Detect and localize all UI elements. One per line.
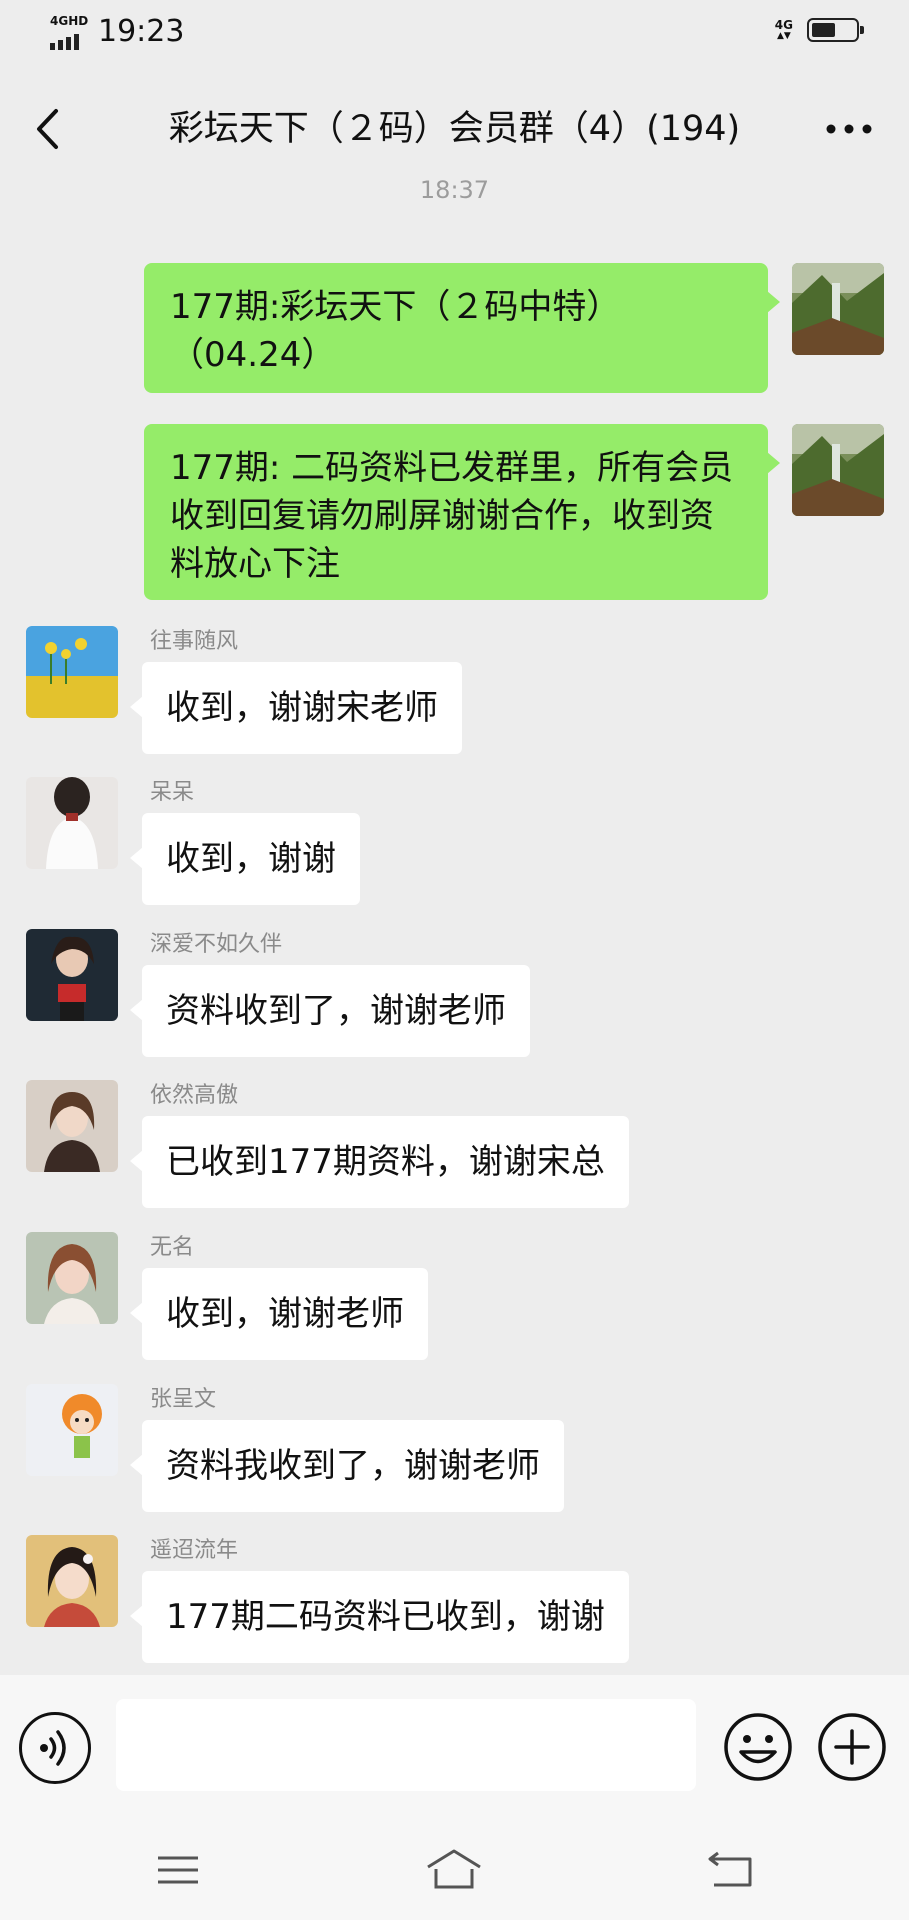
more-icon	[826, 124, 872, 134]
menu-icon	[158, 1856, 198, 1884]
plus-icon	[818, 1713, 886, 1781]
message-timestamp: 18:37	[419, 176, 490, 204]
chat-title: 彩坛天下（２码）会员群（4）(194)	[168, 109, 741, 149]
sender-name: 张呈文	[150, 1387, 217, 1412]
voice-button[interactable]	[19, 1712, 91, 1784]
data-arrows-icon: ▲▼	[776, 31, 791, 41]
member-message-bubble[interactable]: 收到，谢谢宋老师	[130, 662, 462, 754]
sender-name: 深爱不如久伴	[150, 932, 283, 957]
more-functions-button[interactable]	[816, 1711, 888, 1783]
member-message-bubble[interactable]: 收到，谢谢	[130, 813, 360, 905]
nav-menu-button[interactable]	[148, 1845, 208, 1895]
member-message-bubble[interactable]: 资料我收到了，谢谢老师	[130, 1420, 564, 1512]
girl-avatar-image	[26, 777, 118, 869]
voice-icon	[40, 1730, 66, 1766]
sender-name: 遥迢流年	[150, 1538, 239, 1563]
self-avatar[interactable]	[792, 263, 884, 355]
member-message-bubble[interactable]: 收到，谢谢老师	[130, 1268, 428, 1360]
back-button[interactable]	[30, 104, 70, 154]
emoji-icon	[724, 1713, 792, 1781]
member-avatar[interactable]	[26, 626, 118, 718]
chevron-left-icon	[37, 109, 58, 149]
self-message-bubble[interactable]: 177期: 二码资料已发群里，所有会员收到回复请勿刷屏谢谢合作，收到资料放心下注	[144, 424, 780, 600]
message-input[interactable]	[116, 1699, 696, 1791]
network-type-left: 4GHD	[50, 14, 89, 28]
portrait-avatar-image	[26, 1080, 118, 1172]
signal-icon: 4GHD	[50, 14, 90, 50]
member-avatar[interactable]	[26, 777, 118, 869]
landscape-avatar-image	[792, 263, 884, 355]
landscape-avatar-image	[792, 424, 884, 516]
system-navigation-bar	[0, 1815, 909, 1920]
member-avatar[interactable]	[26, 1232, 118, 1324]
nav-back-button[interactable]	[702, 1845, 762, 1895]
member-message-bubble[interactable]: 资料收到了，谢谢老师	[130, 965, 530, 1057]
member-message-bubble[interactable]: 已收到177期资料，谢谢宋总	[130, 1116, 629, 1208]
sender-name: 往事随风	[150, 629, 239, 654]
member-avatar[interactable]	[26, 1535, 118, 1627]
member-avatar[interactable]	[26, 1080, 118, 1172]
cartoon-avatar-image	[26, 1384, 118, 1476]
status-left: 4GHD 19:23	[50, 14, 184, 50]
battery-icon	[807, 18, 864, 42]
input-bar	[0, 1675, 909, 1815]
network-indicator: 4G ▲▼	[775, 19, 793, 41]
chat-header: 彩坛天下（２码）会员群（4）(194)	[0, 84, 909, 174]
status-bar: 4GHD 19:23 4G ▲▼	[0, 0, 909, 72]
self-message-bubble[interactable]: 177期:彩坛天下（２码中特）（04.24）	[144, 263, 780, 393]
clock: 19:23	[98, 14, 185, 49]
home-icon	[427, 1849, 481, 1889]
sender-name: 呆呆	[150, 780, 195, 805]
nav-home-button[interactable]	[424, 1845, 484, 1895]
member-message-bubble[interactable]: 177期二码资料已收到，谢谢	[130, 1571, 629, 1663]
back-icon	[708, 1851, 752, 1887]
anime-girl-avatar-image	[26, 929, 118, 1021]
member-avatar[interactable]	[26, 929, 118, 1021]
sender-name: 依然高傲	[150, 1083, 239, 1108]
sender-name: 无名	[150, 1235, 195, 1260]
portrait-avatar-image	[26, 1232, 118, 1324]
flower-field-avatar-image	[26, 626, 118, 718]
self-avatar[interactable]	[792, 424, 884, 516]
status-right: 4G ▲▼	[775, 18, 864, 42]
portrait-avatar-image	[26, 1535, 118, 1627]
more-button[interactable]	[819, 104, 879, 154]
emoji-button[interactable]	[722, 1711, 794, 1783]
battery-level	[812, 23, 835, 37]
member-avatar[interactable]	[26, 1384, 118, 1476]
